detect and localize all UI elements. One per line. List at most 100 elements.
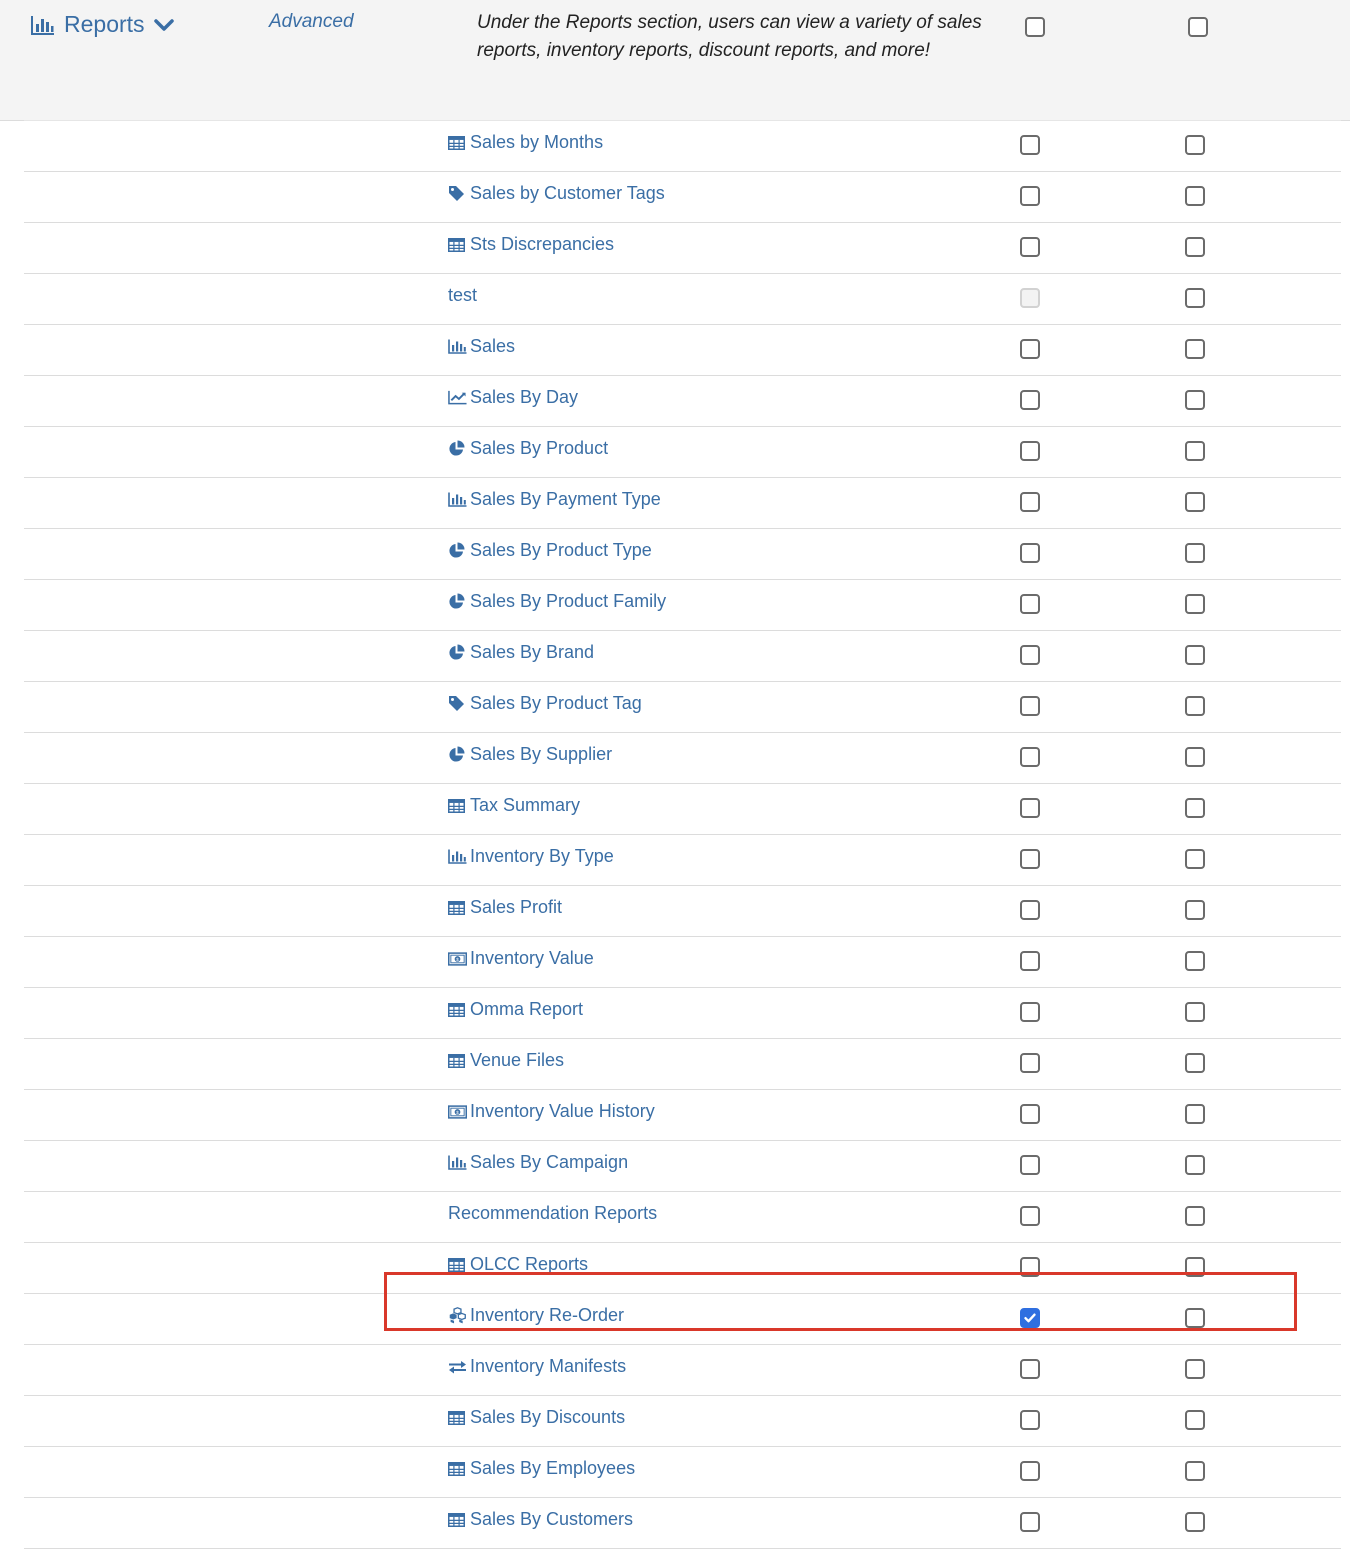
report-row-venue-files: Venue Files xyxy=(24,1039,1341,1090)
report-link-sales-by-product-tag[interactable]: Sales By Product Tag xyxy=(448,693,642,714)
permission-checkbox-1[interactable] xyxy=(1020,1104,1040,1124)
report-link-inventory-value[interactable]: $ Inventory Value xyxy=(448,948,594,969)
permission-checkbox-2[interactable] xyxy=(1185,1461,1205,1481)
permission-checkbox-2[interactable] xyxy=(1185,951,1205,971)
report-label: test xyxy=(448,285,478,305)
report-link-inventory-manifests[interactable]: Inventory Manifests xyxy=(448,1356,626,1377)
permission-checkbox-2[interactable] xyxy=(1185,900,1205,920)
report-link-sales-profit[interactable]: Sales Profit xyxy=(448,897,562,918)
bar-chart-icon xyxy=(31,15,55,35)
permission-checkbox-1[interactable] xyxy=(1020,441,1040,461)
report-link-sales-by-customer-tags[interactable]: Sales by Customer Tags xyxy=(448,183,665,204)
permission-checkbox-1[interactable] xyxy=(1020,1410,1040,1430)
permission-checkbox-2[interactable] xyxy=(1185,543,1205,563)
permission-checkbox-1[interactable] xyxy=(1020,237,1040,257)
report-row-inventory-value-history: $ Inventory Value History xyxy=(24,1090,1341,1141)
permission-checkbox-1[interactable] xyxy=(1020,1206,1040,1226)
permission-checkbox-2[interactable] xyxy=(1185,441,1205,461)
permission-checkbox-2[interactable] xyxy=(1185,1104,1205,1124)
permission-checkbox-1[interactable] xyxy=(1020,543,1040,563)
permission-checkbox-2[interactable] xyxy=(1185,747,1205,767)
permission-checkbox-1[interactable] xyxy=(1020,1512,1040,1532)
report-link-sales-by-day[interactable]: Sales By Day xyxy=(448,387,578,408)
permission-checkbox-2[interactable] xyxy=(1185,1410,1205,1430)
report-link-sales-by-supplier[interactable]: Sales By Supplier xyxy=(448,744,612,765)
permission-checkbox-1[interactable] xyxy=(1020,747,1040,767)
permission-checkbox-2[interactable] xyxy=(1185,390,1205,410)
permission-checkbox-2[interactable] xyxy=(1185,186,1205,206)
permission-checkbox-1[interactable] xyxy=(1020,1155,1040,1175)
permission-checkbox-1[interactable] xyxy=(1020,1308,1040,1328)
permission-checkbox-2[interactable] xyxy=(1185,135,1205,155)
report-link-sales-by-discounts[interactable]: Sales By Discounts xyxy=(448,1407,625,1428)
report-link-sales-by-customers[interactable]: Sales By Customers xyxy=(448,1509,633,1530)
permission-checkbox-1[interactable] xyxy=(1020,696,1040,716)
report-link-sts-discrepancies[interactable]: Sts Discrepancies xyxy=(448,234,614,255)
permission-checkbox-2[interactable] xyxy=(1185,1206,1205,1226)
report-row-sales-by-day: Sales By Day xyxy=(24,376,1341,427)
permission-checkbox-1[interactable] xyxy=(1020,135,1040,155)
permission-checkbox-2[interactable] xyxy=(1185,1257,1205,1277)
report-link-tax-summary[interactable]: Tax Summary xyxy=(448,795,580,816)
permission-checkbox-1[interactable] xyxy=(1020,900,1040,920)
permission-checkbox-2[interactable] xyxy=(1185,1359,1205,1379)
section-select-all-checkbox-1[interactable] xyxy=(1025,17,1045,37)
permission-checkbox-2[interactable] xyxy=(1185,849,1205,869)
section-title: Reports xyxy=(64,11,145,37)
permission-checkbox-2[interactable] xyxy=(1185,798,1205,818)
permission-checkbox-1[interactable] xyxy=(1020,186,1040,206)
permission-checkbox-1[interactable] xyxy=(1020,849,1040,869)
permission-checkbox-1[interactable] xyxy=(1020,1359,1040,1379)
report-link-sales-by-employees[interactable]: Sales By Employees xyxy=(448,1458,635,1479)
permission-checkbox-2[interactable] xyxy=(1185,1002,1205,1022)
report-row-sales: Sales xyxy=(24,325,1341,376)
permission-checkbox-1[interactable] xyxy=(1020,1257,1040,1277)
report-link-venue-files[interactable]: Venue Files xyxy=(448,1050,564,1071)
permission-checkbox-1[interactable] xyxy=(1020,951,1040,971)
report-label: Sales By Customers xyxy=(470,1509,634,1529)
pie-chart-icon xyxy=(448,440,467,457)
permission-checkbox-2[interactable] xyxy=(1185,696,1205,716)
report-link-sales-by-months[interactable]: Sales by Months xyxy=(448,132,603,153)
permission-checkbox-2[interactable] xyxy=(1185,492,1205,512)
permission-checkbox-2[interactable] xyxy=(1185,645,1205,665)
permission-checkbox-2[interactable] xyxy=(1185,288,1205,308)
report-link-inventory-re-order[interactable]: Inventory Re-Order xyxy=(448,1305,624,1326)
table-icon xyxy=(448,1461,467,1476)
permission-checkbox-2[interactable] xyxy=(1185,339,1205,359)
report-link-test[interactable]: test xyxy=(448,285,477,306)
permission-checkbox-1[interactable] xyxy=(1020,390,1040,410)
report-link-sales-by-payment-type[interactable]: Sales By Payment Type xyxy=(448,489,661,510)
section-select-all-checkbox-2[interactable] xyxy=(1188,17,1208,37)
report-link-sales-by-product-type[interactable]: Sales By Product Type xyxy=(448,540,652,561)
report-link-inventory-by-type[interactable]: Inventory By Type xyxy=(448,846,614,867)
permission-checkbox-1[interactable] xyxy=(1020,594,1040,614)
report-link-sales-by-campaign[interactable]: Sales By Campaign xyxy=(448,1152,628,1173)
report-link-inventory-value-history[interactable]: $ Inventory Value History xyxy=(448,1101,655,1122)
permission-checkbox-2[interactable] xyxy=(1185,1308,1205,1328)
permission-checkbox-1[interactable] xyxy=(1020,1002,1040,1022)
report-link-sales[interactable]: Sales xyxy=(448,336,515,357)
permission-checkbox-2[interactable] xyxy=(1185,237,1205,257)
report-label: Sales By Brand xyxy=(470,642,595,662)
permission-checkbox-1[interactable] xyxy=(1020,1053,1040,1073)
permission-checkbox-2[interactable] xyxy=(1185,1155,1205,1175)
report-link-sales-by-product-family[interactable]: Sales By Product Family xyxy=(448,591,666,612)
permission-checkbox-2[interactable] xyxy=(1185,1053,1205,1073)
pie-chart-icon xyxy=(448,593,467,610)
table-icon xyxy=(448,1512,467,1527)
permission-checkbox-1[interactable] xyxy=(1020,1461,1040,1481)
report-link-recommendation-reports[interactable]: Recommendation Reports xyxy=(448,1203,657,1224)
permission-checkbox-1[interactable] xyxy=(1020,492,1040,512)
report-link-omma-report[interactable]: Omma Report xyxy=(448,999,583,1020)
report-link-sales-by-brand[interactable]: Sales By Brand xyxy=(448,642,594,663)
report-row-inventory-re-order: Inventory Re-Order xyxy=(24,1294,1341,1345)
reports-section-toggle[interactable]: Reports xyxy=(31,11,174,38)
permission-checkbox-1[interactable] xyxy=(1020,798,1040,818)
permission-checkbox-2[interactable] xyxy=(1185,1512,1205,1532)
permission-checkbox-1[interactable] xyxy=(1020,339,1040,359)
report-link-sales-by-product[interactable]: Sales By Product xyxy=(448,438,608,459)
permission-checkbox-1[interactable] xyxy=(1020,645,1040,665)
report-link-olcc-reports[interactable]: OLCC Reports xyxy=(448,1254,588,1275)
permission-checkbox-2[interactable] xyxy=(1185,594,1205,614)
